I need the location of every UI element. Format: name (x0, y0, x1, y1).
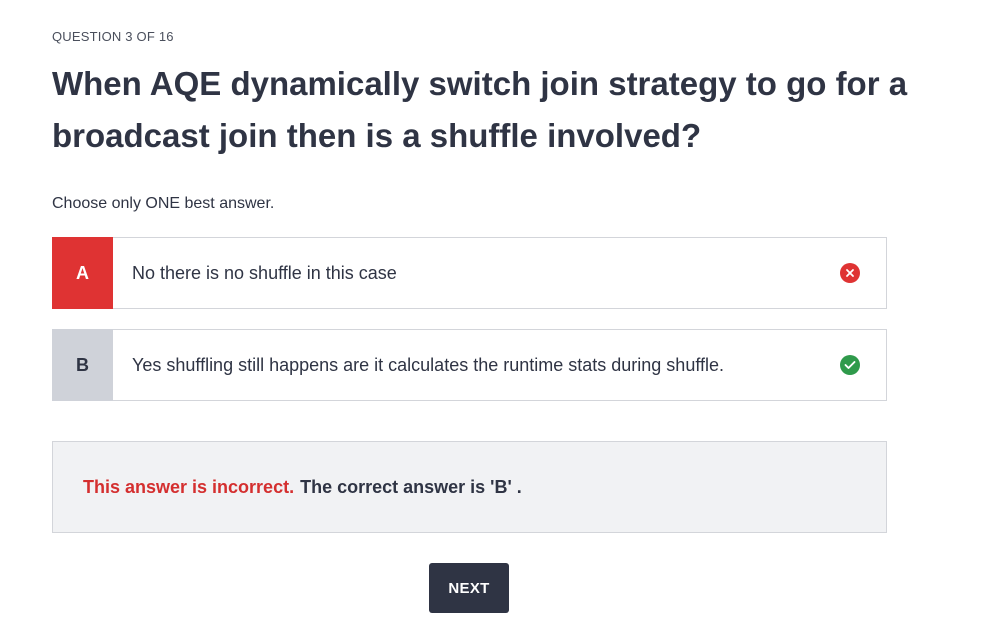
incorrect-message: This answer is incorrect. (83, 476, 295, 497)
answer-instruction: Choose only ONE best answer. (52, 195, 275, 212)
option-letter-b: B (52, 329, 113, 401)
question-text: When AQE dynamically switch join strateg… (52, 65, 908, 154)
answer-feedback-banner: This answer is incorrect. The correct an… (52, 441, 887, 533)
option-text-b: Yes shuffling still happens are it calcu… (132, 354, 725, 375)
quiz-page: QUESTION 3 OF 16 When AQE dynamically sw… (0, 0, 996, 628)
question-counter: QUESTION 3 OF 16 (52, 29, 174, 44)
x-circle-icon (840, 263, 860, 283)
check-circle-icon (840, 355, 860, 375)
answer-option-a[interactable]: A No there is no shuffle in this case (52, 237, 887, 309)
correct-answer-message: The correct answer is 'B' . (300, 476, 522, 497)
option-text-a: No there is no shuffle in this case (132, 262, 397, 283)
next-button[interactable]: NEXT (429, 563, 509, 613)
answer-option-b[interactable]: B Yes shuffling still happens are it cal… (52, 329, 887, 401)
option-letter-a: A (52, 237, 113, 309)
